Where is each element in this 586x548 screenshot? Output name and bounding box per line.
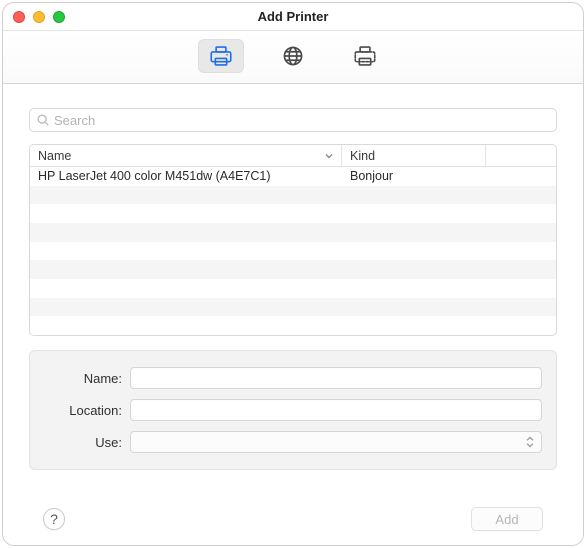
table-row-empty [30, 204, 556, 223]
table-row-empty [30, 242, 556, 261]
search-field-wrap[interactable] [29, 108, 557, 132]
globe-icon [280, 44, 306, 68]
table-row[interactable]: HP LaserJet 400 color M451dw (A4E7C1) Bo… [30, 167, 556, 186]
table-row-empty [30, 316, 556, 335]
traffic-lights [13, 11, 65, 23]
content-area: Name Kind HP LaserJet 400 color M451dw (… [3, 84, 583, 545]
form-name-input[interactable] [130, 367, 542, 389]
table-row-empty [30, 260, 556, 279]
form-name-label: Name: [36, 371, 130, 386]
help-button[interactable]: ? [43, 508, 65, 530]
add-printer-window: Add Printer [2, 2, 584, 546]
search-icon [36, 113, 50, 127]
column-header-name[interactable]: Name [30, 145, 342, 166]
search-input[interactable] [54, 113, 550, 128]
printer-name-cell: HP LaserJet 400 color M451dw (A4E7C1) [30, 169, 342, 183]
stepper-up-down-icon [523, 435, 537, 449]
printer-advanced-icon [352, 44, 378, 68]
table-header: Name Kind [30, 145, 556, 167]
tab-windows-printer[interactable] [342, 39, 388, 73]
table-row-empty [30, 279, 556, 298]
table-body: HP LaserJet 400 color M451dw (A4E7C1) Bo… [30, 167, 556, 335]
add-button: Add [471, 507, 543, 531]
close-window-button[interactable] [13, 11, 25, 23]
column-header-kind[interactable]: Kind [342, 145, 486, 166]
table-row-empty [30, 223, 556, 242]
column-header-spacer [486, 145, 556, 166]
printer-form-panel: Name: Location: Use: [29, 350, 557, 470]
tab-ip-printer[interactable] [270, 39, 316, 73]
tab-default-printer[interactable] [198, 39, 244, 73]
printer-kind-cell: Bonjour [342, 169, 556, 183]
toolbar [3, 31, 583, 84]
form-use-select[interactable] [130, 431, 542, 453]
table-row-empty [30, 186, 556, 205]
add-button-label: Add [495, 512, 518, 527]
titlebar: Add Printer [3, 3, 583, 31]
help-glyph: ? [50, 511, 58, 527]
printer-icon [208, 44, 234, 68]
footer: ? Add [29, 495, 557, 545]
column-header-kind-label: Kind [350, 149, 375, 163]
form-location-input[interactable] [130, 399, 542, 421]
form-use-label: Use: [36, 435, 130, 450]
zoom-window-button[interactable] [53, 11, 65, 23]
minimize-window-button[interactable] [33, 11, 45, 23]
window-title: Add Printer [258, 9, 329, 24]
printers-table: Name Kind HP LaserJet 400 color M451dw (… [29, 144, 557, 336]
column-header-name-label: Name [38, 149, 71, 163]
chevron-down-icon [323, 150, 335, 162]
table-row-empty [30, 298, 556, 317]
form-location-label: Location: [36, 403, 130, 418]
